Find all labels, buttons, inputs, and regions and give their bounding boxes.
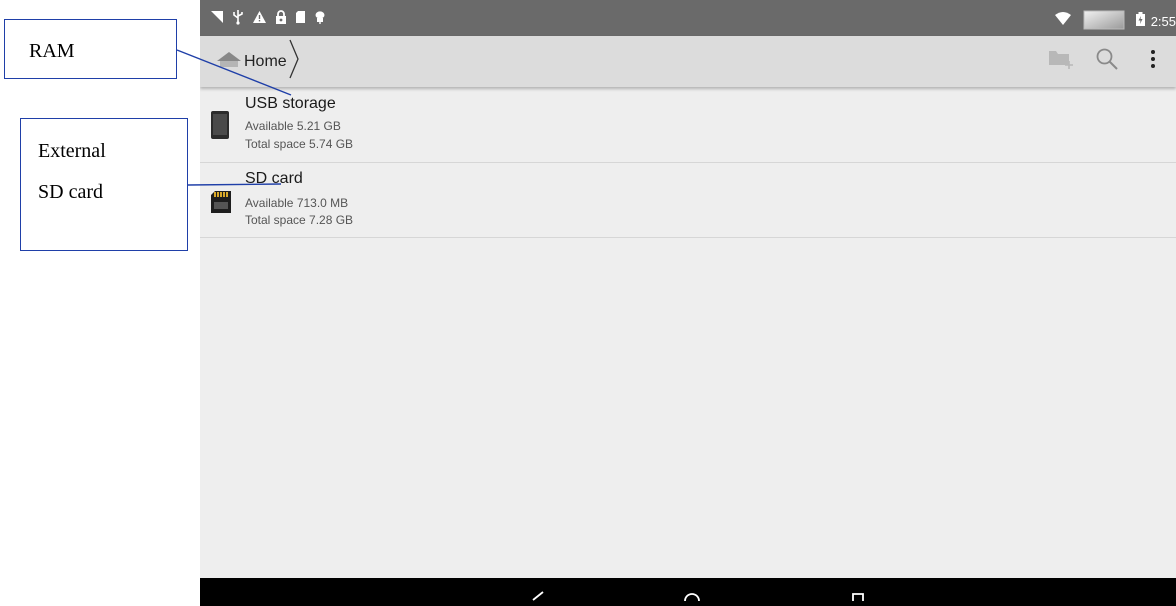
new-folder-button[interactable] <box>1038 36 1084 87</box>
home-button[interactable] <box>662 578 722 606</box>
storage-available: Available 5.21 GB <box>245 119 341 133</box>
ram-callout: RAM <box>4 19 177 79</box>
storage-item-sd[interactable]: SD card Available 713.0 MB Total space 7… <box>200 163 1176 238</box>
wifi-icon <box>1054 12 1072 31</box>
usb-icon <box>232 9 244 30</box>
lock-icon <box>275 9 287 30</box>
breadcrumb-chevron-icon <box>287 36 301 87</box>
recents-icon <box>852 588 864 606</box>
external-callout-line2: SD card <box>38 181 103 203</box>
storage-item-title: SD card <box>245 170 303 187</box>
new-folder-icon <box>1048 47 1074 76</box>
overflow-menu-button[interactable] <box>1130 36 1176 87</box>
storage-available: Available 713.0 MB <box>245 196 349 210</box>
external-sd-callout: External SD card <box>20 118 188 251</box>
clock: 2:55 <box>1150 14 1176 29</box>
notification-icons <box>210 9 326 30</box>
sd-icon <box>295 10 306 29</box>
overflow-menu-icon <box>1150 49 1156 74</box>
battery-icon <box>1078 8 1130 35</box>
recents-button[interactable] <box>828 578 888 606</box>
warning-icon <box>252 10 267 29</box>
sd-card-icon <box>210 190 232 219</box>
storage-total: Total space 5.74 GB <box>245 137 354 151</box>
device-screen: 2:55 Home USB storage Available 5.21 GB … <box>200 0 1176 606</box>
breadcrumb[interactable]: Home <box>216 36 301 87</box>
status-bar: 2:55 <box>200 0 1176 36</box>
storage-item-title: USB storage <box>245 95 336 112</box>
storage-item-usb[interactable]: USB storage Available 5.21 GB Total spac… <box>200 88 1176 163</box>
picture-icon <box>210 10 224 29</box>
phone-storage-icon <box>210 110 230 145</box>
external-callout-line1: External <box>38 140 106 162</box>
search-button[interactable] <box>1084 36 1130 87</box>
breadcrumb-home-label[interactable]: Home <box>244 53 287 71</box>
navigation-bar <box>200 578 1176 606</box>
android-icon <box>314 10 326 30</box>
home-circle-icon <box>684 588 700 606</box>
action-bar: Home <box>200 36 1176 87</box>
system-status-icons: 2:55 <box>1054 8 1176 35</box>
back-icon <box>531 588 545 606</box>
search-icon <box>1095 47 1119 76</box>
home-icon <box>216 50 242 73</box>
charging-battery-icon <box>1135 12 1145 31</box>
storage-total: Total space 7.28 GB <box>245 213 354 227</box>
toolbar-actions <box>1038 36 1176 87</box>
storage-list: USB storage Available 5.21 GB Total spac… <box>200 88 1176 238</box>
ram-callout-text: RAM <box>29 40 75 62</box>
back-button[interactable] <box>508 578 568 606</box>
